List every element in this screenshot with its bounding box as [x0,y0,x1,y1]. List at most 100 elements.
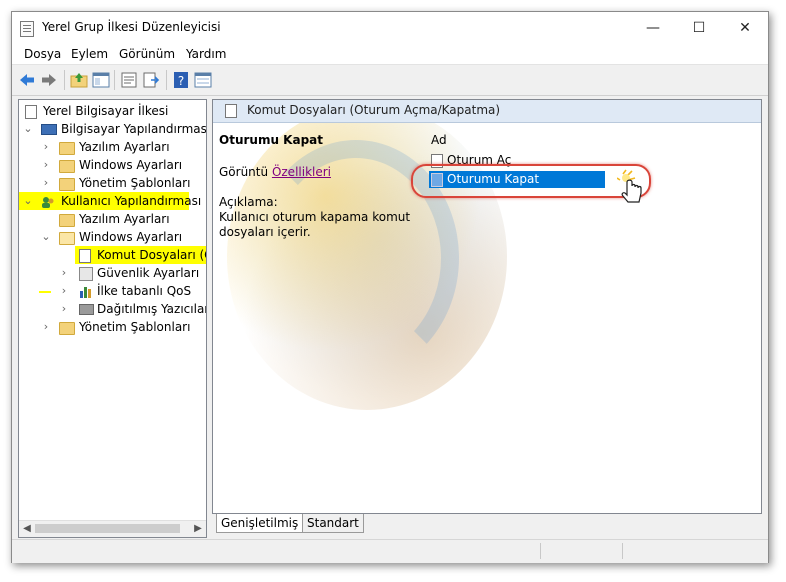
up-folder-icon[interactable] [70,71,88,89]
tree-label: Windows Ayarları [79,230,183,244]
forward-arrow-icon[interactable] [40,71,58,89]
status-cell [622,543,763,559]
tree-label: İlke tabanlı QoS [97,284,192,298]
folder-icon [59,178,75,191]
properties-icon[interactable] [120,71,138,89]
chevron-right-icon[interactable]: › [41,138,51,156]
computer-icon [41,124,57,135]
app-window: Yerel Grup İlkesi Düzenleyicisi — ☐ ✕ Do… [11,11,769,563]
chevron-down-icon[interactable]: ⌄ [23,120,33,138]
details-pane: Komut Dosyaları (Oturum Açma/Kapatma) Ot… [212,99,762,514]
status-bar [12,539,768,563]
folder-icon [59,160,75,173]
status-cell [540,543,621,559]
tree-item-user-config[interactable]: ⌄ Kullanıcı Yapılandırması [19,192,201,210]
close-button[interactable]: ✕ [722,12,768,44]
chevron-right-icon[interactable]: › [59,264,69,282]
scroll-left-icon[interactable]: ◀ [20,521,34,537]
bar-chart-icon [79,284,93,298]
details-header: Komut Dosyaları (Oturum Açma/Kapatma) [213,100,761,123]
tree-label: Yazılım Ayarları [79,140,170,154]
tree-label: Yönetim Şablonları [79,320,191,334]
tree-label: Kullanıcı Yapılandırması [61,194,202,208]
console-view-icon[interactable] [194,71,212,89]
callout-highlight [411,164,651,198]
description-text-line2: dosyaları içerir. [219,225,311,239]
maximize-button[interactable]: ☐ [676,12,722,44]
tree-label: Yazılım Ayarları [79,212,170,226]
chevron-right-icon[interactable]: › [59,300,69,318]
menu-help[interactable]: Yardım [186,47,226,61]
chevron-down-icon[interactable]: ⌄ [41,228,51,246]
hand-cursor-icon [616,168,645,208]
menu-file[interactable]: Dosya [24,47,61,61]
chevron-right-icon[interactable]: › [41,156,51,174]
column-header-name[interactable]: Ad [431,133,447,147]
item-title: Oturumu Kapat [219,133,323,147]
scroll-right-icon[interactable]: ▶ [191,521,205,537]
description-label: Açıklama: [219,195,278,209]
tree-label: Dağıtılmış Yazıcılar [97,302,207,316]
view-tabs: Genişletilmiş Standart [212,514,760,536]
chevron-right-icon[interactable]: › [41,318,51,336]
tree-pane[interactable]: Yerel Bilgisayar İlkesi ⌄ Bilgisayar Yap… [18,99,207,538]
tree-item-admin-templates[interactable]: › Yönetim Şablonları [19,318,206,336]
tree-label: Güvenlik Ayarları [97,266,200,280]
properties-link[interactable]: Özellikleri [272,165,331,179]
tree-label: Komut Dosyaları (Ot [97,248,207,262]
folder-icon [59,142,75,155]
gpedit-app-icon [20,21,34,37]
chevron-right-icon[interactable]: › [59,282,69,300]
chevron-down-icon[interactable]: ⌄ [23,192,33,210]
toolbar-separator [166,70,167,90]
tree-item-admin-templates[interactable]: › Yönetim Şablonları [19,174,206,192]
menu-action[interactable]: Eylem [71,47,108,61]
menu-view[interactable]: Görünüm [119,47,175,61]
tree-label: Windows Ayarları [79,158,183,172]
tree-item-printers[interactable]: › Dağıtılmış Yazıcılar [19,300,206,318]
menu-bar: Dosya Eylem Görünüm Yardım [12,44,768,64]
horizontal-scrollbar[interactable]: ◀ ▶ [19,520,206,537]
tab-standard[interactable]: Standart [302,514,364,533]
scroll-thumb[interactable] [35,524,180,533]
display-prefix: Görüntü [219,165,269,179]
show-hide-tree-icon[interactable] [92,71,110,89]
description-text-line1: Kullanıcı oturum kapama komut [219,210,411,224]
tree-item-qos[interactable]: › İlke tabanlı QoS [19,282,206,300]
users-icon [41,195,55,208]
minimize-button[interactable]: — [630,12,676,44]
open-folder-icon [59,232,75,245]
script-icon [79,249,91,263]
folder-icon [59,322,75,335]
tree-label: Bilgisayar Yapılandırması [61,122,207,136]
title-bar[interactable]: Yerel Grup İlkesi Düzenleyicisi — ☐ ✕ [12,12,768,44]
back-arrow-icon[interactable] [18,71,36,89]
display-properties-line: Görüntü Özellikleri [219,165,331,179]
tab-extended[interactable]: Genişletilmiş [216,514,304,533]
tree-item-windows-settings[interactable]: ⌄ Windows Ayarları [19,228,206,246]
tree-item-computer-config[interactable]: ⌄ Bilgisayar Yapılandırması [19,120,206,138]
tree-item-software-settings[interactable]: › Yazılım Ayarları [19,138,206,156]
highlight-marker [39,291,51,293]
tree-label: Yerel Bilgisayar İlkesi [43,104,169,118]
toolbar: ? [12,64,768,96]
toolbar-separator [64,70,65,90]
printer-icon [79,304,94,315]
export-list-icon[interactable] [142,71,160,89]
tree-item-scripts[interactable]: Komut Dosyaları (Ot [75,246,206,264]
svg-text:?: ? [178,74,184,88]
tree-label: Yönetim Şablonları [79,176,191,190]
chevron-right-icon[interactable]: › [41,174,51,192]
help-icon[interactable]: ? [172,71,190,89]
folder-icon [59,214,75,227]
tree-item-security-settings[interactable]: › Güvenlik Ayarları [19,264,206,282]
window-title: Yerel Grup İlkesi Düzenleyicisi [42,20,221,34]
script-icon [225,104,237,118]
toolbar-separator [114,70,115,90]
tree-item-windows-settings[interactable]: › Windows Ayarları [19,156,206,174]
policy-document-icon [25,105,37,119]
tree-item-root[interactable]: Yerel Bilgisayar İlkesi [19,102,206,120]
security-icon [79,267,93,281]
tree-item-software-settings[interactable]: Yazılım Ayarları [19,210,206,228]
details-title: Komut Dosyaları (Oturum Açma/Kapatma) [247,103,501,117]
